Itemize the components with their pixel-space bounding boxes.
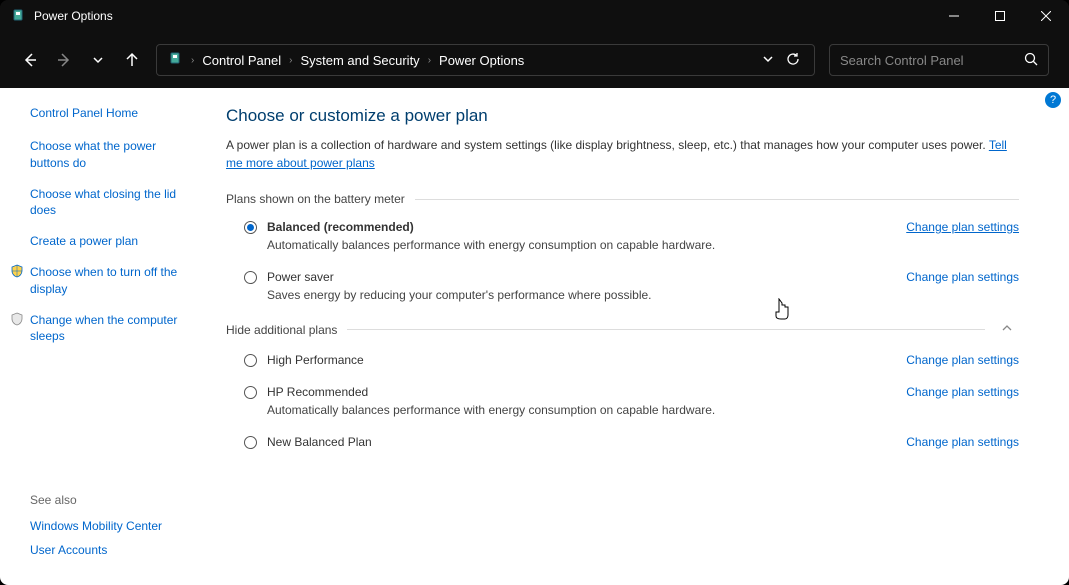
change-plan-link[interactable]: Change plan settings bbox=[906, 220, 1019, 234]
chevron-right-icon: › bbox=[428, 55, 431, 66]
search-input[interactable] bbox=[840, 53, 1016, 68]
chevron-right-icon: › bbox=[289, 55, 292, 66]
plan-high-performance: High Performance Change plan settings bbox=[244, 353, 1019, 367]
plan-name[interactable]: New Balanced Plan bbox=[267, 435, 896, 449]
minimize-button[interactable] bbox=[931, 0, 977, 32]
address-bar: › Control Panel › System and Security › … bbox=[0, 32, 1069, 88]
section-battery-plans: Plans shown on the battery meter bbox=[226, 192, 1019, 206]
plan-desc: Automatically balances performance with … bbox=[267, 238, 1019, 252]
plan-name[interactable]: Balanced (recommended) bbox=[267, 220, 896, 234]
breadcrumb-item[interactable]: Power Options bbox=[439, 53, 524, 68]
divider bbox=[415, 199, 1019, 200]
plan-radio[interactable] bbox=[244, 271, 257, 284]
plan-desc: Saves energy by reducing your computer's… bbox=[267, 288, 1019, 302]
sidebar: Control Panel Home Choose what the power… bbox=[0, 88, 210, 585]
shield-icon bbox=[10, 312, 26, 328]
breadcrumb-item[interactable]: System and Security bbox=[300, 53, 419, 68]
section-additional-plans[interactable]: Hide additional plans bbox=[226, 320, 1019, 339]
plan-new-balanced: New Balanced Plan Change plan settings bbox=[244, 435, 1019, 449]
see-also-accounts[interactable]: User Accounts bbox=[30, 543, 210, 557]
window-title: Power Options bbox=[34, 9, 931, 23]
sidebar-link-power-buttons[interactable]: Choose what the power buttons do bbox=[30, 138, 210, 172]
window-controls bbox=[931, 0, 1069, 32]
breadcrumb-item[interactable]: Control Panel bbox=[202, 53, 281, 68]
plan-hp-recommended: HP Recommended Change plan settings Auto… bbox=[244, 385, 1019, 417]
see-also-mobility[interactable]: Windows Mobility Center bbox=[30, 519, 210, 533]
plan-radio[interactable] bbox=[244, 386, 257, 399]
content-area: ? Control Panel Home Choose what the pow… bbox=[0, 88, 1069, 585]
plan-balanced: Balanced (recommended) Change plan setti… bbox=[244, 220, 1019, 252]
plan-radio[interactable] bbox=[244, 436, 257, 449]
up-button[interactable] bbox=[122, 50, 142, 70]
app-icon bbox=[10, 8, 26, 24]
close-button[interactable] bbox=[1023, 0, 1069, 32]
sidebar-link-lid[interactable]: Choose what closing the lid does bbox=[30, 186, 210, 220]
page-title: Choose or customize a power plan bbox=[226, 106, 1019, 126]
plan-radio[interactable] bbox=[244, 221, 257, 234]
breadcrumb-bar[interactable]: › Control Panel › System and Security › … bbox=[156, 44, 815, 76]
change-plan-link[interactable]: Change plan settings bbox=[906, 270, 1019, 284]
plan-desc: Automatically balances performance with … bbox=[267, 403, 1019, 417]
collapse-icon[interactable] bbox=[995, 320, 1019, 339]
shield-icon bbox=[10, 264, 26, 280]
history-dropdown[interactable] bbox=[762, 53, 774, 68]
page-description: A power plan is a collection of hardware… bbox=[226, 136, 1019, 172]
maximize-button[interactable] bbox=[977, 0, 1023, 32]
change-plan-link[interactable]: Change plan settings bbox=[906, 353, 1019, 367]
see-also-heading: See also bbox=[30, 493, 210, 507]
divider bbox=[347, 329, 985, 330]
search-icon[interactable] bbox=[1024, 52, 1038, 69]
back-button[interactable] bbox=[20, 50, 40, 70]
sidebar-link-sleep[interactable]: Change when the computer sleeps bbox=[30, 312, 210, 346]
window: Power Options › Control Panel › System a… bbox=[0, 0, 1069, 585]
sidebar-link-create-plan[interactable]: Create a power plan bbox=[30, 233, 210, 250]
titlebar: Power Options bbox=[0, 0, 1069, 32]
plan-name[interactable]: Power saver bbox=[267, 270, 896, 284]
change-plan-link[interactable]: Change plan settings bbox=[906, 435, 1019, 449]
forward-button[interactable] bbox=[54, 50, 74, 70]
refresh-button[interactable] bbox=[782, 48, 804, 73]
help-button[interactable]: ? bbox=[1045, 92, 1061, 108]
sidebar-home-link[interactable]: Control Panel Home bbox=[30, 106, 210, 120]
recent-dropdown[interactable] bbox=[88, 50, 108, 70]
plan-name[interactable]: HP Recommended bbox=[267, 385, 896, 399]
sidebar-link-display-off[interactable]: Choose when to turn off the display bbox=[30, 264, 210, 298]
chevron-right-icon: › bbox=[191, 55, 194, 66]
plan-power-saver: Power saver Change plan settings Saves e… bbox=[244, 270, 1019, 302]
plan-name[interactable]: High Performance bbox=[267, 353, 896, 367]
search-box[interactable] bbox=[829, 44, 1049, 76]
main-pane: Choose or customize a power plan A power… bbox=[210, 88, 1069, 585]
change-plan-link[interactable]: Change plan settings bbox=[906, 385, 1019, 399]
plan-radio[interactable] bbox=[244, 354, 257, 367]
breadcrumb-icon bbox=[167, 51, 183, 70]
